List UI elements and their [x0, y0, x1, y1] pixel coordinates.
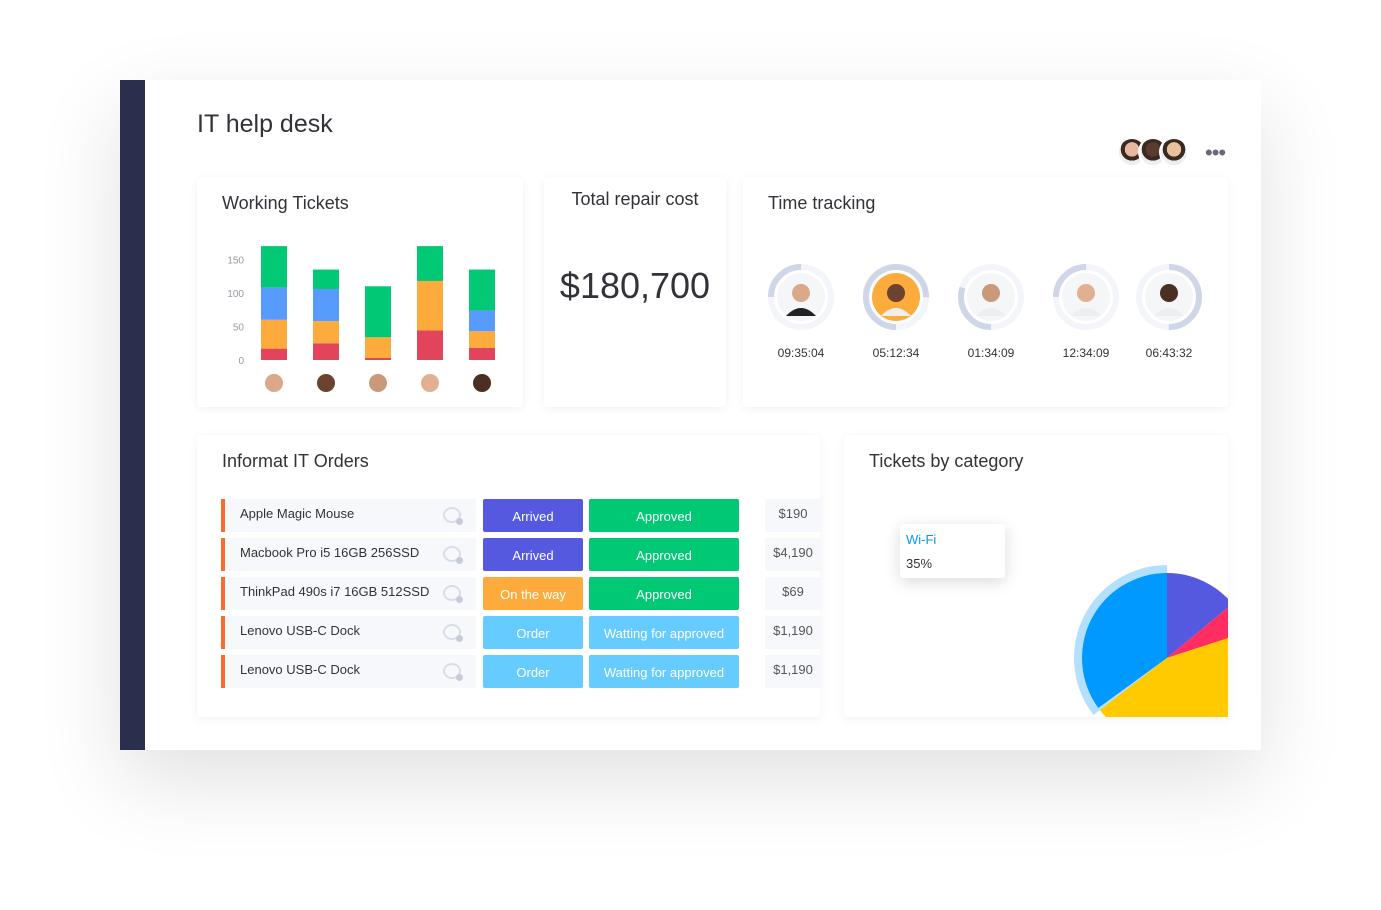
time-tracker[interactable]: 12:34:09: [1051, 262, 1121, 372]
status-badge[interactable]: On the way: [483, 577, 583, 610]
item-name: Macbook Pro i5 16GB 256SSD: [221, 538, 476, 571]
pie-tooltip: Wi-Fi 35%: [900, 524, 1005, 578]
price: $69: [765, 577, 821, 610]
time-tracker[interactable]: 06:43:32: [1134, 262, 1204, 372]
status-badge[interactable]: Order: [483, 655, 583, 688]
tooltip-value: 35%: [906, 556, 933, 571]
price: $1,190: [765, 616, 821, 649]
bar-segment: [313, 343, 339, 360]
chat-bubble-icon[interactable]: [443, 624, 463, 642]
approval-badge[interactable]: Watting for approved: [589, 655, 739, 688]
avatar: [369, 374, 387, 392]
time-tracker[interactable]: 09:35:04: [766, 262, 836, 372]
bar-segment: [417, 330, 443, 360]
stacked-bar-chart: 0 50 100 150: [227, 246, 495, 392]
dashboard: IT help desk ••• Working Tickets 0 50 100 1…: [120, 80, 1261, 750]
time-value: 12:34:09: [1062, 346, 1110, 360]
chat-bubble-icon[interactable]: [443, 663, 463, 681]
working-tickets-card: Working Tickets 0 50 100 150: [197, 177, 523, 407]
chat-bubble-icon[interactable]: [443, 546, 463, 564]
avatar[interactable]: [1159, 137, 1189, 167]
bar-segment: [261, 319, 287, 349]
bar-segment: [417, 280, 443, 331]
time-value: 05:12:34: [872, 346, 920, 360]
bar-segment: [313, 321, 339, 344]
bar-segment: [469, 269, 495, 311]
bar-segment: [365, 286, 391, 338]
approval-badge[interactable]: Approved: [589, 499, 739, 532]
bar-segment: [365, 357, 391, 360]
bar-segment: [261, 287, 287, 320]
time-tracker[interactable]: 01:34:09: [956, 262, 1026, 372]
card-title: Informat IT Orders: [222, 451, 369, 471]
time-tracker[interactable]: 05:12:34: [861, 262, 931, 372]
chat-bubble-icon[interactable]: [443, 585, 463, 603]
more-dots-icon[interactable]: •••: [1205, 140, 1226, 166]
approval-badge[interactable]: Watting for approved: [589, 616, 739, 649]
progress-ring: [768, 264, 834, 330]
time-value: 09:35:04: [777, 346, 825, 360]
avatar: [265, 374, 283, 392]
chat-bubble-icon[interactable]: [443, 507, 463, 525]
y-tick-label: 50: [233, 323, 245, 334]
progress-ring: [958, 264, 1024, 330]
repair-cost-card: Total repair cost $180,700: [544, 177, 726, 407]
status-badge[interactable]: Arrived: [483, 499, 583, 532]
team-avatars[interactable]: [1117, 137, 1189, 169]
bar-segment: [261, 246, 287, 288]
bar-segment: [417, 246, 443, 281]
time-value: 01:34:09: [967, 346, 1015, 360]
price: $1,190: [765, 655, 821, 688]
time-tracking-card: Time tracking 09:35:04 05:12:34 01:34:09 12…: [743, 177, 1228, 407]
item-name: Lenovo USB-C Dock: [221, 655, 476, 688]
avatar: [473, 374, 491, 392]
item-name: Lenovo USB-C Dock: [221, 616, 476, 649]
sidebar: [120, 80, 145, 750]
orders-card: Informat IT Orders Apple Magic Mouse Arri…: [197, 435, 821, 717]
progress-ring: [1053, 264, 1119, 330]
page-title: IT help desk: [197, 110, 333, 138]
card-title: Time tracking: [768, 193, 876, 213]
bar-segment: [365, 337, 391, 358]
item-name: Apple Magic Mouse: [221, 499, 476, 532]
table-row[interactable]: Macbook Pro i5 16GB 256SSD Arrived Approve…: [221, 538, 821, 571]
approval-badge[interactable]: Approved: [589, 538, 739, 571]
table-row[interactable]: Lenovo USB-C Dock Order Watting for approv…: [221, 655, 821, 688]
repair-cost-value: $180,700: [559, 265, 711, 306]
approval-badge[interactable]: Approved: [589, 577, 739, 610]
y-tick-label: 0: [238, 356, 244, 367]
tooltip-label: Wi-Fi: [906, 532, 937, 547]
progress-ring: [863, 264, 929, 330]
bar-segment: [469, 310, 495, 332]
price: $4,190: [765, 538, 821, 571]
bar-segment: [469, 347, 495, 360]
avatar: [421, 374, 439, 392]
y-tick-label: 100: [227, 289, 244, 300]
time-value: 06:43:32: [1145, 346, 1193, 360]
table-row[interactable]: Lenovo USB-C Dock Order Watting for approv…: [221, 616, 821, 649]
progress-ring: [1136, 264, 1202, 330]
card-title: Total repair cost: [571, 189, 699, 209]
avatar: [317, 374, 335, 392]
table-row[interactable]: Apple Magic Mouse Arrived Approved $190: [221, 499, 821, 532]
bar-segment: [313, 288, 339, 322]
bar-segment: [469, 331, 495, 348]
category-card: Tickets by category Wi-Fi 35%: [844, 435, 1228, 717]
status-badge[interactable]: Arrived: [483, 538, 583, 571]
bar-segment: [261, 348, 287, 360]
y-tick-label: 150: [227, 256, 244, 267]
price: $190: [765, 499, 821, 532]
bar-segment: [313, 269, 339, 289]
status-badge[interactable]: Order: [483, 616, 583, 649]
item-name: ThinkPad 490s i7 16GB 512SSD: [221, 577, 476, 610]
table-row[interactable]: ThinkPad 490s i7 16GB 512SSD On the way Ap…: [221, 577, 821, 610]
